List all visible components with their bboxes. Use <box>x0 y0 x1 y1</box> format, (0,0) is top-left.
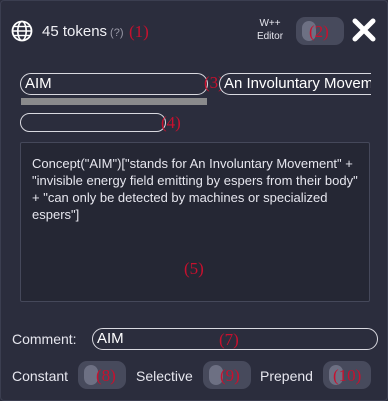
constant-label: Constant <box>12 368 69 384</box>
token-count-text: 45 tokens <box>42 23 108 40</box>
globe-icon[interactable] <box>11 20 33 42</box>
wpp-editor-label-line2: Editor <box>256 31 284 42</box>
annotation-1: (1) <box>129 22 149 41</box>
annotation-5: (5) <box>184 259 204 278</box>
content-textarea[interactable]: Concept("AIM")["stands for An Involuntar… <box>20 142 370 302</box>
help-hint[interactable]: (?) <box>110 27 123 39</box>
key-progress-bar <box>21 98 207 105</box>
annotation-4: (4) <box>161 113 181 132</box>
annotation-9: (9) <box>220 366 240 385</box>
annotation-2: (2) <box>309 22 329 41</box>
comment-label: Comment: <box>12 331 77 347</box>
annotation-8: (8) <box>96 366 116 385</box>
prepend-label: Prepend <box>260 368 313 384</box>
primary-key-input[interactable]: AIM <box>20 73 208 95</box>
selective-label: Selective <box>136 368 193 384</box>
content-text: Concept("AIM")["stands for An Involuntar… <box>32 156 358 222</box>
world-info-entry-panel: 45 tokens (?) (1) W++ Editor (2) AIM (3) … <box>0 0 388 401</box>
annotation-10: (10) <box>333 366 362 385</box>
wpp-editor-label-line1: W++ <box>259 18 281 29</box>
token-counter: 45 tokens (?) <box>42 23 124 40</box>
close-icon[interactable] <box>351 17 377 43</box>
tertiary-key-input[interactable] <box>20 113 166 132</box>
secondary-key-input[interactable]: An Involuntary Movem <box>219 73 371 95</box>
annotation-7: (7) <box>219 330 239 349</box>
wpp-editor-label: W++ Editor <box>253 17 287 43</box>
